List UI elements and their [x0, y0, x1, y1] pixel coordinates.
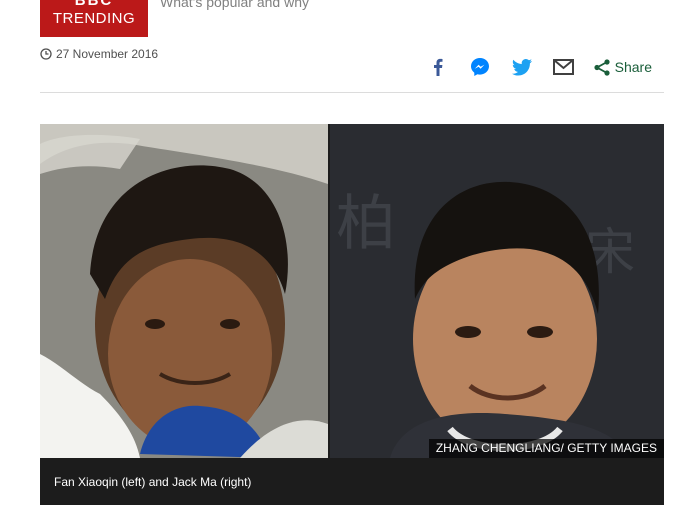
messenger-icon	[470, 58, 489, 76]
image-caption: Fan Xiaoqin (left) and Jack Ma (right)	[40, 458, 664, 505]
share-label: Share	[614, 59, 652, 75]
messenger-share-button[interactable]	[468, 55, 492, 79]
bbc-logo: BBC	[74, 0, 114, 9]
email-share-button[interactable]	[552, 55, 576, 79]
facebook-share-button[interactable]	[426, 55, 450, 79]
svg-text:柏: 柏	[336, 189, 396, 259]
photo-fan-xiaoqin	[40, 124, 328, 458]
email-icon	[553, 59, 575, 75]
clock-icon	[40, 48, 52, 60]
twitter-share-button[interactable]	[510, 55, 534, 79]
bbc-trending-logo[interactable]: BBC TRENDING	[40, 0, 148, 37]
share-tools: Share	[408, 55, 652, 79]
photo-jack-ma: 柏 宋	[330, 124, 664, 458]
twitter-icon	[511, 58, 532, 75]
image-credit: ZHANG CHENGLIANG/ GETTY IMAGES	[428, 439, 664, 458]
man-portrait-illustration: 柏 宋	[330, 124, 664, 458]
section-name: TRENDING	[52, 10, 136, 27]
article-image-figure: 柏 宋 ZHANG CHENGLIANG/ GETTY IMAGES Fan X…	[40, 124, 664, 505]
boy-portrait-illustration	[40, 124, 328, 458]
share-icon	[594, 58, 610, 76]
share-button[interactable]: Share	[594, 58, 652, 76]
divider	[40, 92, 664, 93]
article-date: 27 November 2016	[40, 47, 158, 61]
facebook-icon	[433, 58, 443, 76]
date-text: 27 November 2016	[56, 47, 159, 61]
section-tagline: What's popular and why	[160, 0, 309, 10]
